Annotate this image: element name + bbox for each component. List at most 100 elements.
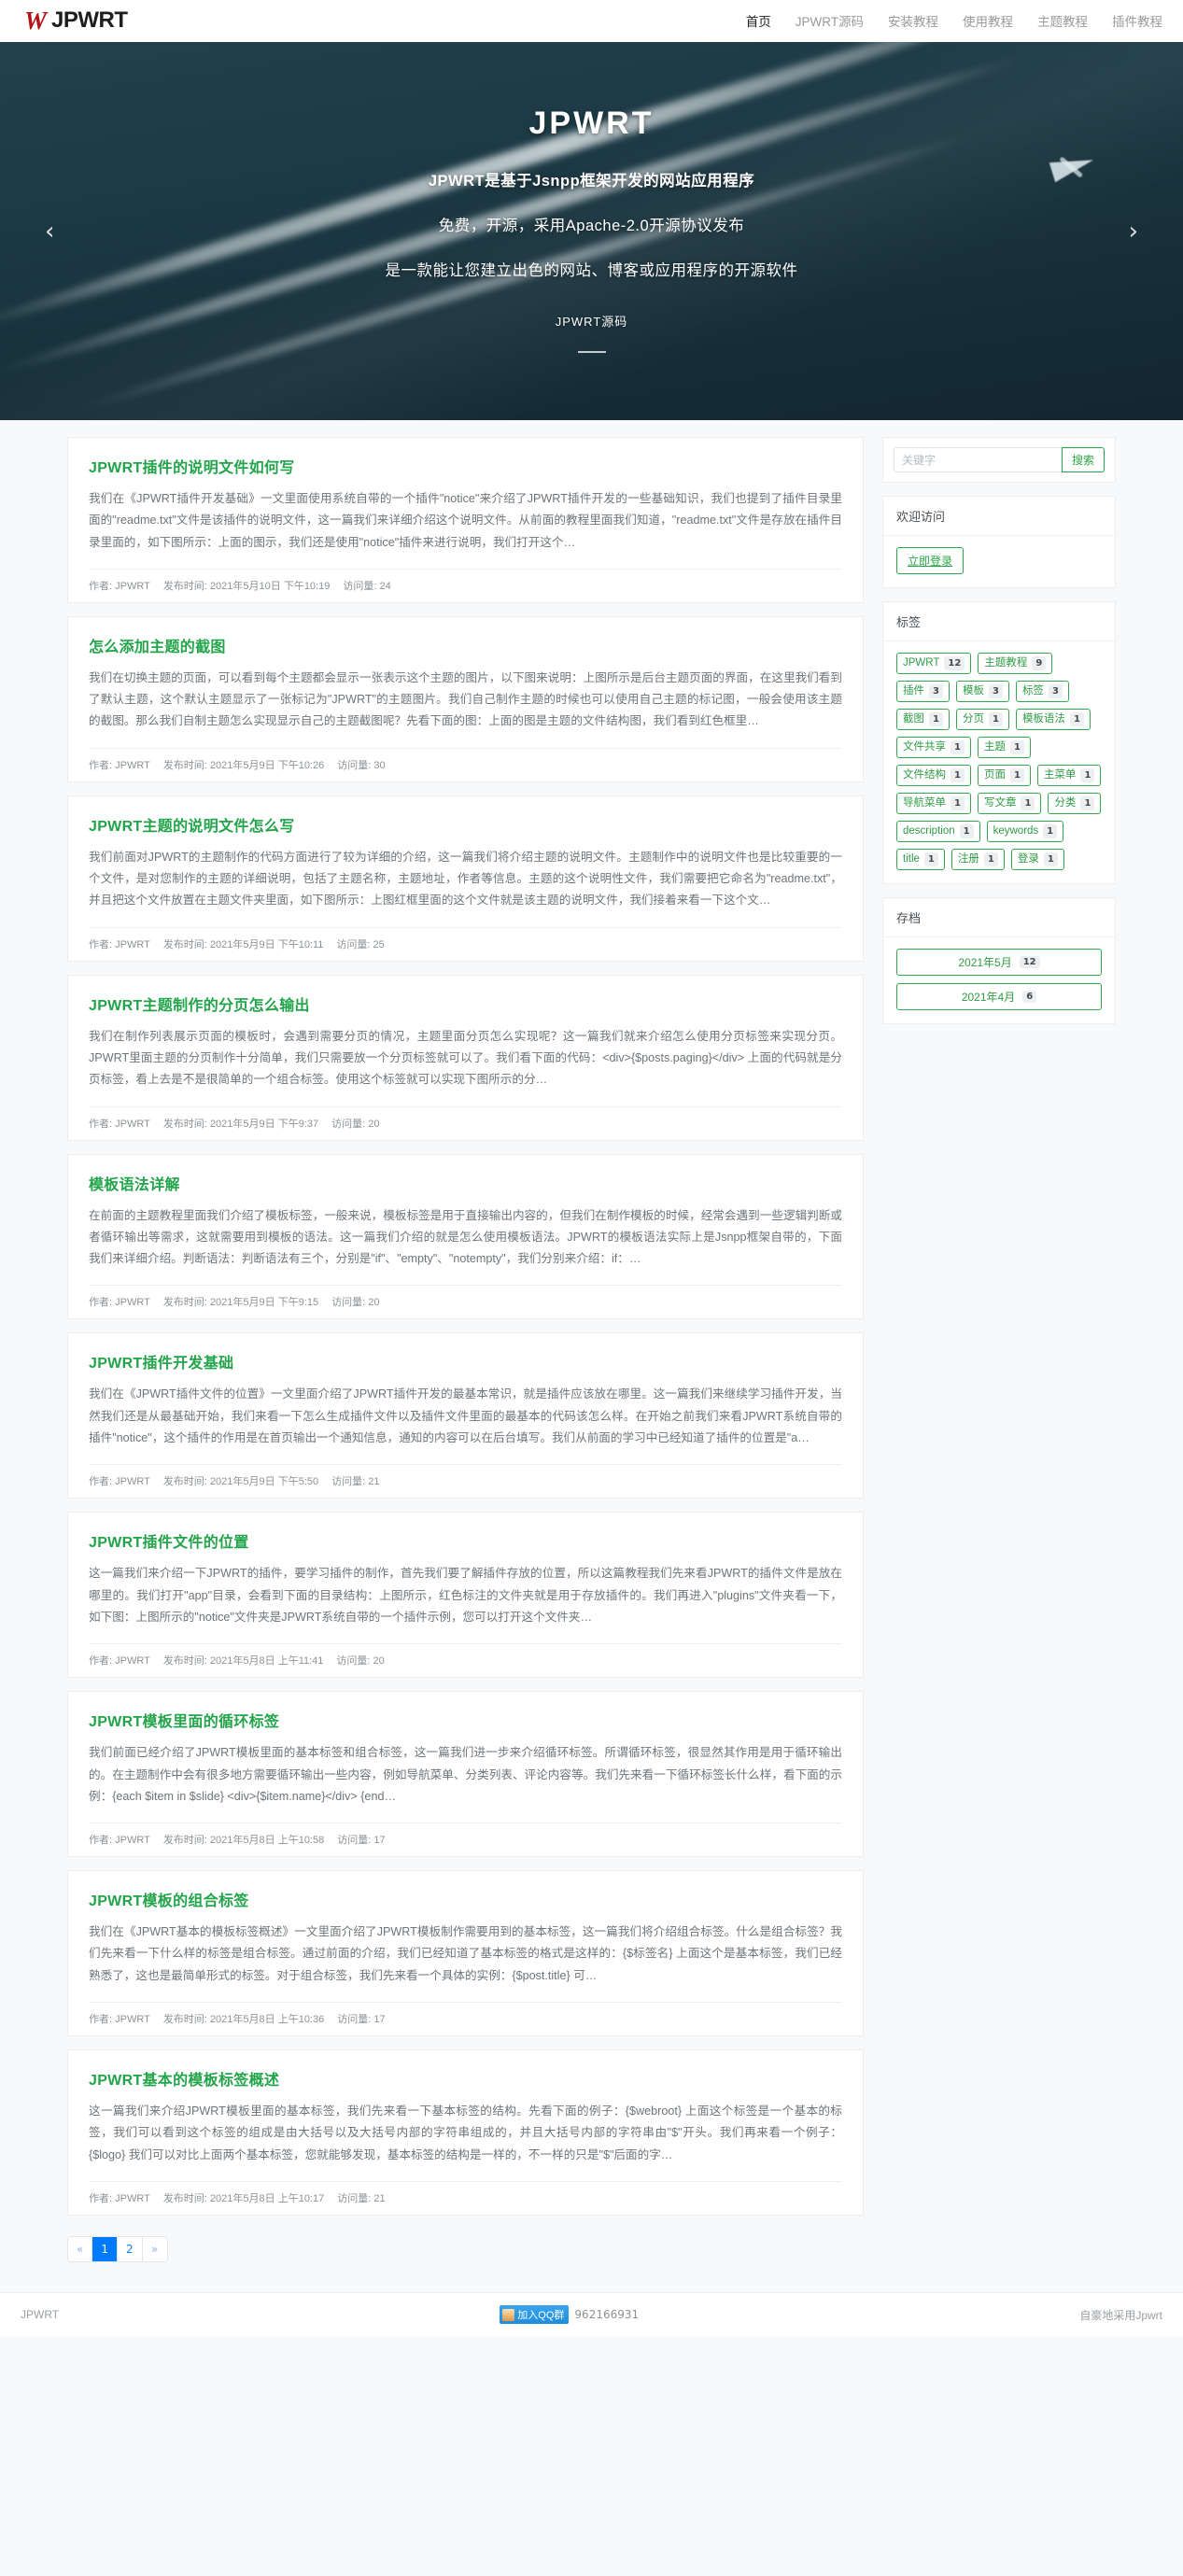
tag-item[interactable]: 标签 3 xyxy=(1015,681,1069,702)
tag-item[interactable]: 模板语法 1 xyxy=(1015,709,1091,730)
tag-item[interactable]: 登录 1 xyxy=(1010,849,1064,870)
nav-item-install-tutorial[interactable]: 安装教程 xyxy=(888,11,938,30)
post-author: 作者: JPWRT xyxy=(89,759,150,771)
login-button[interactable]: 立即登录 xyxy=(896,547,965,574)
post-author: 作者: JPWRT xyxy=(89,1297,150,1309)
tag-item[interactable]: 写文章 1 xyxy=(977,793,1042,814)
post-title-link[interactable]: JPWRT插件开发基础 xyxy=(89,1350,842,1372)
tag-item[interactable]: 插件 3 xyxy=(896,681,950,702)
tag-count: 1 xyxy=(1009,740,1024,754)
post-title-link[interactable]: 怎么添加主题的截图 xyxy=(89,634,842,656)
post-views: 访问量: 17 xyxy=(337,2014,386,2026)
search-button[interactable]: 搜索 xyxy=(1061,447,1105,472)
tag-label: 导航菜单 xyxy=(903,797,946,809)
tag-count: 3 xyxy=(1048,684,1063,698)
post-title-link[interactable]: JPWRT主题的说明文件怎么写 xyxy=(89,813,842,836)
tag-label: 主题 xyxy=(983,741,1006,753)
tag-item[interactable]: description 1 xyxy=(896,821,980,842)
pagination-next-icon[interactable]: » xyxy=(142,2236,167,2261)
tag-count: 1 xyxy=(951,796,965,810)
tag-item[interactable]: 主题 1 xyxy=(977,737,1031,758)
nav-item-usage-tutorial[interactable]: 使用教程 xyxy=(963,11,1013,30)
search-widget: 搜索 xyxy=(882,437,1116,483)
tag-item[interactable]: 文件共享 1 xyxy=(896,737,971,758)
nav-item-plugin-tutorial[interactable]: 插件教程 xyxy=(1112,11,1162,30)
post-title-link[interactable]: JPWRT插件的说明文件如何写 xyxy=(89,455,842,477)
post-excerpt: 这一篇我们来介绍一下JPWRT的插件，要学习插件的制作，首先我们要了解插件存放的… xyxy=(89,1567,842,1624)
post-meta: 作者: JPWRT 发布时间: 2021年5月10日 下午10:19 访问量: … xyxy=(89,568,842,602)
archive-item[interactable]: 2021年4月 6 xyxy=(896,983,1102,1010)
nav-item-source[interactable]: JPWRT源码 xyxy=(796,11,864,30)
post-item: JPWRT基本的模板标签概述 这一篇我们来介绍JPWRT模板里面的基本标签，我们… xyxy=(67,2049,864,2216)
post-excerpt: 我们在《JPWRT基本的模板标签概述》一文里面介绍了JPWRT模板制作需要用到的… xyxy=(89,1925,842,1982)
pagination-prev-icon[interactable]: « xyxy=(68,2236,93,2261)
tag-item[interactable]: 文件结构 1 xyxy=(896,765,971,786)
post-title-link[interactable]: JPWRT主题制作的分页怎么输出 xyxy=(89,992,842,1015)
tag-item[interactable]: 分类 1 xyxy=(1048,793,1102,814)
pagination-page-2[interactable]: 2 xyxy=(117,2236,143,2261)
post-date: 发布时间: 2021年5月8日 上午10:36 xyxy=(162,2014,325,2026)
tag-label: 插件 xyxy=(903,685,924,697)
post-excerpt: 我们前面对JPWRT的主题制作的代码方面进行了较为详细的介绍，这一篇我们将介绍主… xyxy=(89,850,842,908)
logo-text: JPWRT xyxy=(51,7,128,33)
pagination: « 1 2 » xyxy=(67,2235,168,2262)
tag-label: description xyxy=(903,825,955,838)
search-input[interactable] xyxy=(894,447,1062,472)
tag-item[interactable]: 导航菜单 1 xyxy=(896,793,971,814)
archive-item[interactable]: 2021年5月 12 xyxy=(896,949,1102,976)
tag-count: 1 xyxy=(1080,768,1095,782)
tag-count: 3 xyxy=(929,684,943,698)
post-list: JPWRT插件的说明文件如何写 我们在《JPWRT插件开发基础》一文里面使用系统… xyxy=(67,437,864,2283)
site-logo[interactable]: W JPWRT xyxy=(24,7,128,34)
qq-avatar-icon xyxy=(502,2308,515,2321)
post-title-link[interactable]: JPWRT模板里面的循环标签 xyxy=(89,1709,842,1731)
footer-site-name: JPWRT xyxy=(21,2308,60,2322)
tag-label: 标签 xyxy=(1021,685,1044,697)
post-excerpt: 在前面的主题教程里面我们介绍了模板标签，一般来说，模板标签是用于直接输出内容的，… xyxy=(89,1208,842,1266)
tag-label: 注册 xyxy=(957,853,979,866)
pagination-page-1[interactable]: 1 xyxy=(92,2236,118,2261)
tag-count: 1 xyxy=(1043,852,1058,866)
tag-item[interactable]: 主菜单 1 xyxy=(1036,765,1102,786)
archive-count: 6 xyxy=(1022,991,1037,1003)
post-item: 模板语法详解 在前面的主题教程里面我们介绍了模板标签，一般来说，模板标签是用于直… xyxy=(67,1153,864,1320)
tag-item[interactable]: 截图 1 xyxy=(896,709,950,730)
post-date: 发布时间: 2021年5月9日 下午9:15 xyxy=(162,1297,319,1309)
tag-count: 1 xyxy=(923,852,938,866)
post-meta: 作者: JPWRT 发布时间: 2021年5月8日 上午10:58 访问量: 1… xyxy=(89,1823,842,1856)
tag-item[interactable]: 主题教程 9 xyxy=(978,653,1053,674)
post-title-link[interactable]: JPWRT模板的组合标签 xyxy=(89,1888,842,1910)
tag-item[interactable]: 模板 3 xyxy=(955,681,1009,702)
post-excerpt: 我们前面已经介绍了JPWRT模板里面的基本标签和组合标签，这一篇我们进一步来介绍… xyxy=(89,1746,842,1803)
tags-widget-title: 标签 xyxy=(883,602,1115,641)
post-title-link[interactable]: JPWRT基本的模板标签概述 xyxy=(89,2067,842,2090)
tag-list: JPWRT 12 主题教程 9 插件 3 模板 3 标签 3 截图 1 分页 1 模板语法 1 … xyxy=(896,653,1102,870)
footer-qq-group: 加入QQ群 962166931 xyxy=(59,2305,1079,2325)
hero-tagline-3: 是一款能让您建立出色的网站、博客或应用程序的开源软件 xyxy=(385,261,798,279)
post-views: 访问量: 25 xyxy=(336,938,385,950)
tag-item[interactable]: title 1 xyxy=(896,849,945,870)
tag-item[interactable]: 分页 1 xyxy=(955,709,1009,730)
archive-widget-title: 存档 xyxy=(883,898,1115,937)
tag-item[interactable]: 注册 1 xyxy=(951,849,1005,870)
tag-label: 截图 xyxy=(903,713,924,725)
qq-group-join-button[interactable]: 加入QQ群 xyxy=(500,2305,570,2325)
tag-label: 模板 xyxy=(962,685,984,697)
tag-label: keywords xyxy=(993,825,1039,838)
tag-item[interactable]: 页面 1 xyxy=(977,765,1031,786)
post-author: 作者: JPWRT xyxy=(89,1118,150,1130)
tag-item[interactable]: keywords 1 xyxy=(986,821,1064,842)
nav-item-theme-tutorial[interactable]: 主题教程 xyxy=(1037,11,1088,30)
post-date: 发布时间: 2021年5月8日 上午10:17 xyxy=(162,2192,325,2204)
page-body: JPWRT插件的说明文件如何写 我们在《JPWRT插件开发基础》一文里面使用系统… xyxy=(0,420,1183,2283)
post-title-link[interactable]: 模板语法详解 xyxy=(89,1172,842,1194)
post-author: 作者: JPWRT xyxy=(89,1476,150,1488)
tag-item[interactable]: JPWRT 12 xyxy=(896,653,972,674)
nav-item-home[interactable]: 首页 xyxy=(746,11,771,30)
tag-label: 文件共享 xyxy=(903,741,946,753)
post-author: 作者: JPWRT xyxy=(89,1835,150,1847)
post-date: 发布时间: 2021年5月9日 下午10:26 xyxy=(162,759,325,771)
post-title-link[interactable]: JPWRT插件文件的位置 xyxy=(89,1529,842,1552)
tag-count: 12 xyxy=(944,656,965,670)
post-item: JPWRT模板的组合标签 我们在《JPWRT基本的模板标签概述》一文里面介绍了J… xyxy=(67,1870,864,2037)
